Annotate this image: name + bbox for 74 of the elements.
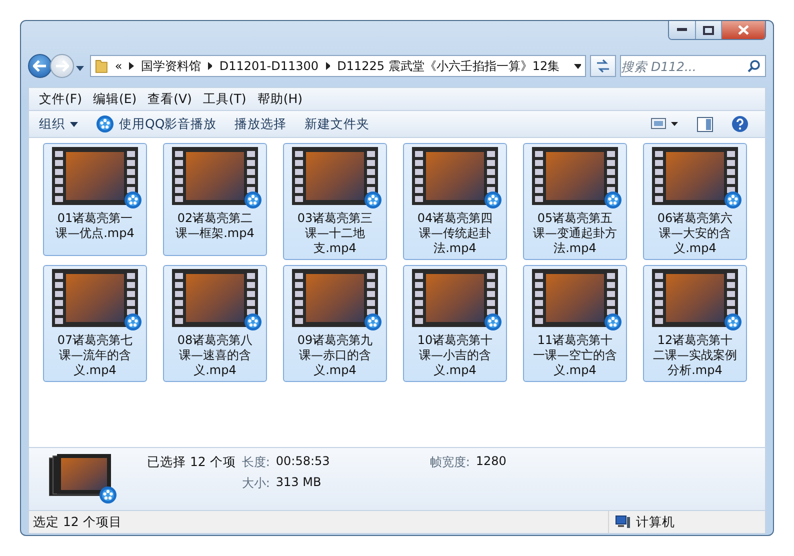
detail-value: 313 MB — [276, 475, 322, 491]
file-name: 10诸葛亮第十课—小吉的含义.mp4 — [416, 333, 494, 378]
view-icon — [651, 118, 679, 130]
menu-item[interactable]: 工具(T) — [198, 90, 254, 108]
file-item[interactable]: 04诸葛亮第四课—传统起卦法.mp4 — [403, 143, 507, 260]
breadcrumb-item[interactable]: 国学资料馆 — [140, 58, 201, 74]
close-button[interactable] — [721, 21, 765, 39]
file-name: 12诸葛亮第十二课—实战案例分析.mp4 — [652, 333, 738, 378]
toolbar-button[interactable]: 组织 — [35, 114, 88, 134]
player-badge-icon — [99, 486, 117, 504]
file-item[interactable]: 08诸葛亮第八课—速喜的含义.mp4 — [163, 265, 267, 382]
breadcrumb-arrow-icon[interactable] — [129, 62, 134, 70]
menu-item[interactable]: 文件(F) — [35, 90, 89, 108]
file-item[interactable]: 09诸葛亮第九课—赤口的含义.mp4 — [283, 265, 387, 382]
toolbar-button[interactable]: 使用QQ影音播放 — [92, 113, 227, 135]
detail-label: 帧宽度: — [430, 454, 470, 471]
toolbar-button[interactable]: 新建文件夹 — [300, 114, 380, 134]
status-text: 选定 12 个项目 — [33, 514, 122, 530]
file-name: 04诸葛亮第四课—传统起卦法.mp4 — [416, 211, 494, 256]
menu-item[interactable]: 查看(V) — [144, 90, 199, 108]
minimize-icon — [677, 28, 687, 32]
menu-item[interactable]: 编辑(E) — [88, 90, 144, 108]
search-icon — [747, 59, 761, 73]
file-item[interactable]: 03诸葛亮第三课—十二地支.mp4 — [283, 143, 387, 260]
back-button[interactable] — [28, 54, 52, 78]
dropdown-caret-icon[interactable] — [574, 64, 581, 68]
player-logo-icon — [96, 115, 114, 133]
file-name: 03诸葛亮第三课—十二地支.mp4 — [296, 211, 374, 256]
maximize-icon — [703, 26, 714, 34]
file-name: 09诸葛亮第九课—赤口的含义.mp4 — [296, 333, 374, 378]
minimize-button[interactable] — [669, 21, 695, 39]
breadcrumb-arrow-icon[interactable] — [208, 62, 212, 70]
maximize-button[interactable] — [695, 21, 721, 39]
detail-value: 1280 — [476, 454, 506, 470]
file-item[interactable]: 07诸葛亮第七课—流年的含义.mp4 — [43, 265, 147, 382]
file-name: 06诸葛亮第六课—大安的含义.mp4 — [656, 211, 734, 256]
toolbar-button[interactable]: 播放选择 — [230, 114, 297, 134]
address-bar[interactable]: « 国学资料馆 D11201-D11300 D11225 震武堂《小六壬掐指一算》12集 — [90, 55, 586, 77]
file-name: 11诸葛亮第十一课—空亡的含义.mp4 — [532, 333, 618, 378]
file-item[interactable]: 06诸葛亮第六课—大安的含义.mp4 — [643, 143, 747, 260]
file-item[interactable]: 02诸葛亮第二课—框架.mp4 — [163, 143, 267, 256]
folder-icon — [95, 58, 108, 74]
file-name: 02诸葛亮第二课—框架.mp4 — [174, 211, 256, 241]
video-stack-thumbnail — [49, 454, 111, 496]
breadcrumb-item[interactable]: D11201-D11300 — [219, 59, 319, 73]
computer-icon — [615, 515, 631, 529]
search-field[interactable]: 搜索 D112... — [620, 55, 766, 77]
back-arrow-icon — [33, 60, 47, 72]
pane-icon — [697, 116, 713, 132]
file-item[interactable]: 10诸葛亮第十课—小吉的含义.mp4 — [403, 265, 507, 382]
file-name: 07诸葛亮第七课—流年的含义.mp4 — [56, 333, 134, 378]
detail-label: 大小: — [242, 475, 270, 492]
file-name: 05诸葛亮第五课—变通起卦方法.mp4 — [532, 211, 618, 256]
location-label: 计算机 — [636, 514, 675, 530]
breadcrumb-item[interactable]: D11225 震武堂《小六壬掐指一算》12集 — [337, 58, 560, 74]
detail-value: 00:58:53 — [276, 454, 330, 470]
file-item[interactable]: 12诸葛亮第十二课—实战案例分析.mp4 — [643, 265, 747, 382]
refresh-icon — [595, 59, 611, 73]
detail-label: 长度: — [242, 454, 270, 471]
close-icon — [738, 25, 749, 35]
file-name: 08诸葛亮第八课—速喜的含义.mp4 — [176, 333, 254, 378]
file-item[interactable]: 11诸葛亮第十一课—空亡的含义.mp4 — [523, 265, 627, 382]
caret-icon — [70, 122, 78, 126]
breadcrumb-arrow-icon[interactable] — [326, 62, 330, 70]
caret-icon — [76, 66, 84, 70]
selection-summary: 已选择 12 个项 — [147, 454, 236, 471]
file-name: 01诸葛亮第一课—优点.mp4 — [54, 211, 136, 241]
forward-arrow-icon — [55, 60, 69, 72]
help-icon — [731, 115, 749, 133]
file-item[interactable]: 05诸葛亮第五课—变通起卦方法.mp4 — [523, 143, 627, 260]
file-item[interactable]: 01诸葛亮第一课—优点.mp4 — [43, 143, 147, 256]
path-overflow[interactable]: « — [114, 59, 122, 73]
refresh-button[interactable] — [590, 55, 616, 77]
menu-item[interactable]: 帮助(H) — [253, 90, 310, 108]
